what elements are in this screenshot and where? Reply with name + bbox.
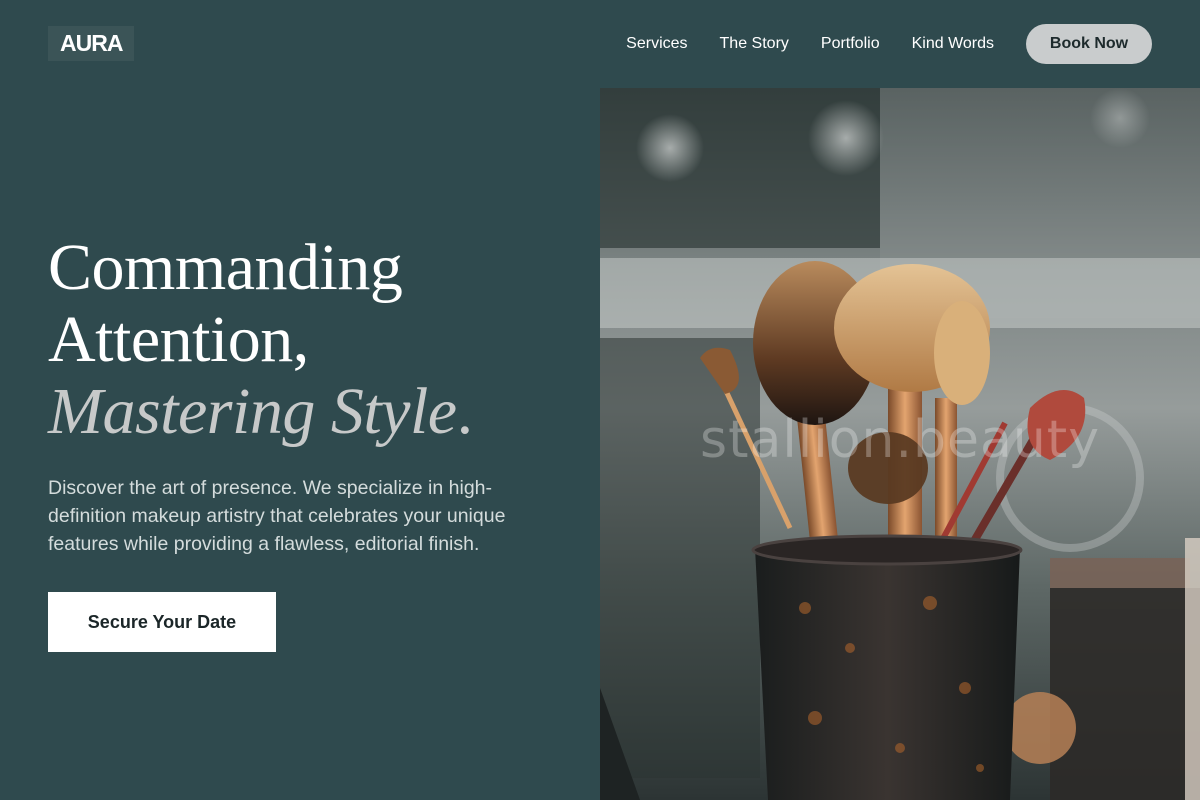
nav-link-portfolio[interactable]: Portfolio (821, 24, 880, 64)
nav-link-kind-words[interactable]: Kind Words (912, 24, 994, 64)
brand-logo[interactable]: AURA (48, 26, 135, 61)
headline-line-2: Attention, (48, 303, 309, 376)
hero-image: stallion.beauty (600, 88, 1200, 800)
nav-link-services[interactable]: Services (626, 24, 687, 64)
headline-period: . (456, 375, 474, 448)
hero-content: Commanding Attention, Mastering Style. D… (48, 232, 568, 652)
hero-headline: Commanding Attention, Mastering Style. (48, 232, 568, 448)
main-nav: Services The Story Portfolio Kind Words … (626, 24, 1152, 64)
hero-description: Discover the art of presence. We special… (48, 477, 506, 555)
headline-line-3: Mastering Style. (48, 376, 568, 448)
image-watermark: stallion.beauty (700, 410, 1100, 470)
book-now-button[interactable]: Book Now (1026, 24, 1152, 64)
site-header: AURA Services The Story Portfolio Kind W… (0, 0, 1200, 88)
headline-accent: Mastering Style (48, 375, 457, 448)
secure-your-date-button[interactable]: Secure Your Date (48, 592, 276, 652)
landing-page: AURA Services The Story Portfolio Kind W… (0, 0, 1200, 800)
headline-line-1: Commanding (48, 231, 403, 304)
nav-link-the-story[interactable]: The Story (720, 24, 789, 64)
